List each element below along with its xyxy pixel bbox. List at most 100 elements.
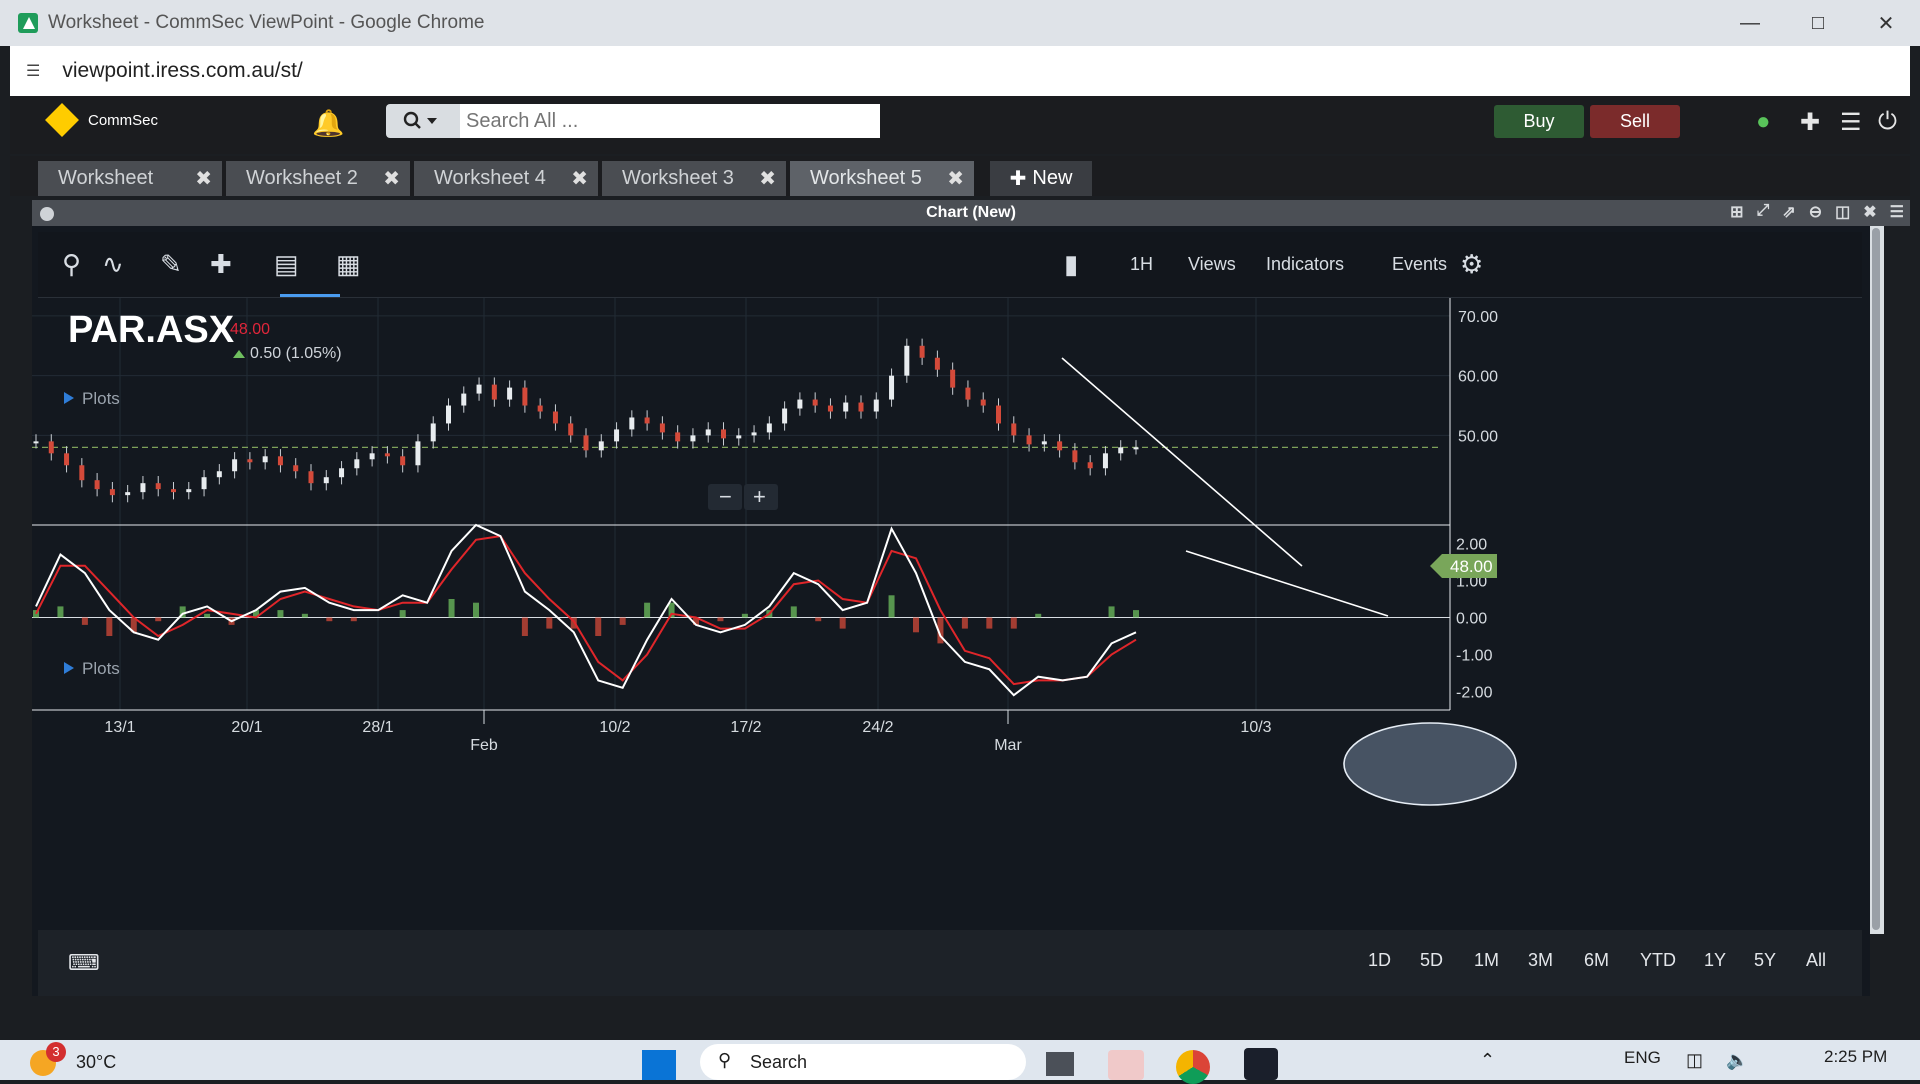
crosshair-active-indicator xyxy=(280,294,340,297)
bell-icon[interactable]: 🔔 xyxy=(312,108,344,139)
close-tab-icon[interactable]: ✖ xyxy=(759,166,776,191)
add-icon[interactable]: ✚ xyxy=(1800,108,1820,137)
candle-body xyxy=(904,345,910,376)
macd-histogram-bar xyxy=(839,617,846,629)
macd-histogram-bar xyxy=(644,602,651,618)
candle-body xyxy=(48,441,54,454)
price-axis-tick: 70.00 xyxy=(1458,309,1498,326)
crosshair-icon[interactable]: ✚ xyxy=(210,249,232,280)
candle-body xyxy=(1072,450,1078,463)
range-5d[interactable]: 5D xyxy=(1420,950,1443,971)
candle-body xyxy=(171,489,176,493)
tab-worksheet-3[interactable]: Worksheet 3 ✖ xyxy=(602,161,786,196)
panel-split-icon[interactable]: ◫ xyxy=(1835,202,1850,222)
tab-worksheet-5[interactable]: Worksheet 5 ✖ xyxy=(790,161,974,196)
panel-close-icon[interactable]: ✖ xyxy=(1863,202,1876,222)
commsec-logo[interactable]: CommSec xyxy=(45,103,158,137)
highlight-ellipse[interactable] xyxy=(1343,722,1517,806)
panel-minimize-icon[interactable]: ⊖ xyxy=(1809,202,1822,222)
timeframe-dropdown[interactable]: 1H xyxy=(1130,254,1153,275)
macd-axis-tick: -1.00 xyxy=(1456,648,1493,665)
new-tab-button[interactable]: ✚ New xyxy=(990,161,1092,196)
lightbulb-icon[interactable]: ● xyxy=(1756,108,1771,136)
power-icon[interactable]: ⏻ xyxy=(1878,108,1897,136)
temperature[interactable]: 30°C xyxy=(76,1052,116,1073)
candle-body xyxy=(33,441,39,444)
range-ytd[interactable]: YTD xyxy=(1640,950,1676,971)
search-input[interactable] xyxy=(460,104,880,138)
views-dropdown[interactable]: Views xyxy=(1188,254,1236,275)
indicators-dropdown[interactable]: Indicators xyxy=(1266,254,1344,275)
buy-button[interactable]: Buy xyxy=(1494,105,1584,138)
macd-plots-label[interactable]: Plots xyxy=(82,659,120,678)
candle-body xyxy=(659,423,665,433)
range-1m[interactable]: 1M xyxy=(1474,950,1499,971)
close-icon[interactable]: ✕ xyxy=(1852,0,1920,46)
plots-expand-icon[interactable] xyxy=(64,392,74,404)
tab-worksheet-2[interactable]: Worksheet 2 ✖ xyxy=(226,161,410,196)
url-text[interactable]: viewpoint.iress.com.au/st/ xyxy=(62,59,302,83)
tab-worksheet[interactable]: Worksheet ✖ xyxy=(38,161,222,196)
panel-add-icon[interactable]: ⊞ xyxy=(1730,202,1743,222)
pencil-icon[interactable]: ✎ xyxy=(160,249,182,280)
settings-gear-icon[interactable]: ⚙ xyxy=(1460,249,1483,280)
chrome-icon[interactable] xyxy=(1176,1050,1210,1084)
range-3m[interactable]: 3M xyxy=(1528,950,1553,971)
site-settings-icon[interactable]: ☰ xyxy=(26,61,40,81)
candle-body xyxy=(996,405,1001,424)
keyboard-icon[interactable]: ⌨ xyxy=(68,950,100,976)
candlestick-type-icon[interactable]: ▮ xyxy=(1064,249,1078,280)
close-tab-icon[interactable]: ✖ xyxy=(571,166,588,191)
table-icon[interactable]: ▦ xyxy=(336,249,361,280)
maximize-icon[interactable]: □ xyxy=(1784,0,1852,46)
trendline-lower[interactable] xyxy=(1185,550,1389,617)
tab-label: Worksheet 3 xyxy=(622,167,734,189)
tab-label: Worksheet 5 xyxy=(810,167,922,189)
task-view-icon[interactable] xyxy=(1046,1052,1074,1076)
events-dropdown[interactable]: Events xyxy=(1392,254,1447,275)
clock-time[interactable]: 2:25 PM xyxy=(1824,1047,1887,1067)
price-chart[interactable]: 70.0060.0050.002.001.000.00-1.00-2.00 PA… xyxy=(32,298,1870,934)
plus-icon: + xyxy=(753,484,766,509)
panel-status-icon xyxy=(40,207,54,221)
candle-body xyxy=(155,483,161,490)
panel-popout-icon[interactable]: ⇗ xyxy=(1782,202,1795,222)
address-bar[interactable]: ☰ viewpoint.iress.com.au/st/ xyxy=(10,46,1910,96)
macd-histogram-bar xyxy=(277,610,284,618)
candle-body xyxy=(614,429,620,442)
range-5y[interactable]: 5Y xyxy=(1754,950,1776,971)
zoom-search-icon[interactable]: ⚲ xyxy=(62,249,81,280)
x-axis-month-label: Feb xyxy=(470,737,498,754)
sell-button[interactable]: Sell xyxy=(1590,105,1680,138)
comment-icon[interactable]: ▤ xyxy=(274,249,299,280)
line-tool-icon[interactable]: ∿ xyxy=(102,249,124,280)
panel-expand-icon[interactable]: ⤢ xyxy=(1757,202,1770,222)
macd-plots-expand-icon[interactable] xyxy=(64,662,74,674)
network-icon[interactable]: ◫ xyxy=(1686,1050,1703,1071)
trading-app-icon[interactable] xyxy=(1244,1048,1278,1080)
close-tab-icon[interactable]: ✖ xyxy=(383,166,400,191)
range-1d[interactable]: 1D xyxy=(1368,950,1391,971)
close-tab-icon[interactable]: ✖ xyxy=(195,166,212,191)
windows-start-icon[interactable] xyxy=(642,1050,676,1080)
range-6m[interactable]: 6M xyxy=(1584,950,1609,971)
minimize-icon[interactable]: — xyxy=(1716,0,1784,46)
tray-chevron-icon[interactable]: ⌃ xyxy=(1480,1050,1495,1071)
plots-label[interactable]: Plots xyxy=(82,389,120,408)
trendline-upper[interactable] xyxy=(1061,357,1303,567)
menu-icon[interactable]: ☰ xyxy=(1840,108,1862,137)
tab-label: Worksheet xyxy=(58,167,154,189)
close-tab-icon[interactable]: ✖ xyxy=(947,166,964,191)
range-1y[interactable]: 1Y xyxy=(1704,950,1726,971)
tab-worksheet-4[interactable]: Worksheet 4 ✖ xyxy=(414,161,598,196)
volume-icon[interactable]: 🔈 xyxy=(1726,1050,1748,1071)
search-dropdown-button[interactable] xyxy=(386,104,460,138)
scrollbar-thumb[interactable] xyxy=(1872,228,1880,930)
taskbar-search[interactable]: ⚲ Search xyxy=(700,1044,1026,1080)
range-all[interactable]: All xyxy=(1806,950,1826,971)
panel-menu-icon[interactable]: ☰ xyxy=(1890,202,1904,222)
snip-tool-icon[interactable] xyxy=(1108,1050,1144,1080)
language-indicator[interactable]: ENG xyxy=(1624,1048,1661,1068)
candle-body xyxy=(537,405,543,412)
x-axis-label: 28/1 xyxy=(362,719,393,736)
